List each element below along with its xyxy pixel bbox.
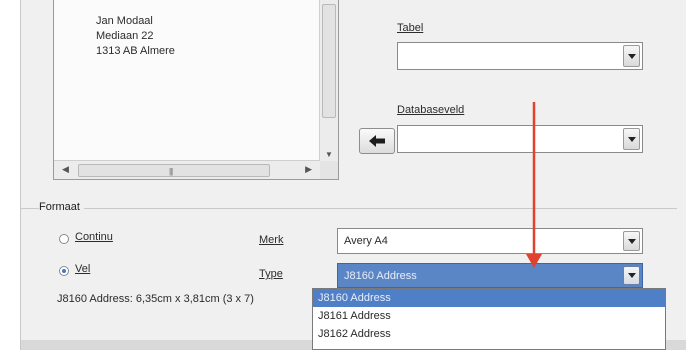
guide-arrow	[526, 102, 542, 268]
